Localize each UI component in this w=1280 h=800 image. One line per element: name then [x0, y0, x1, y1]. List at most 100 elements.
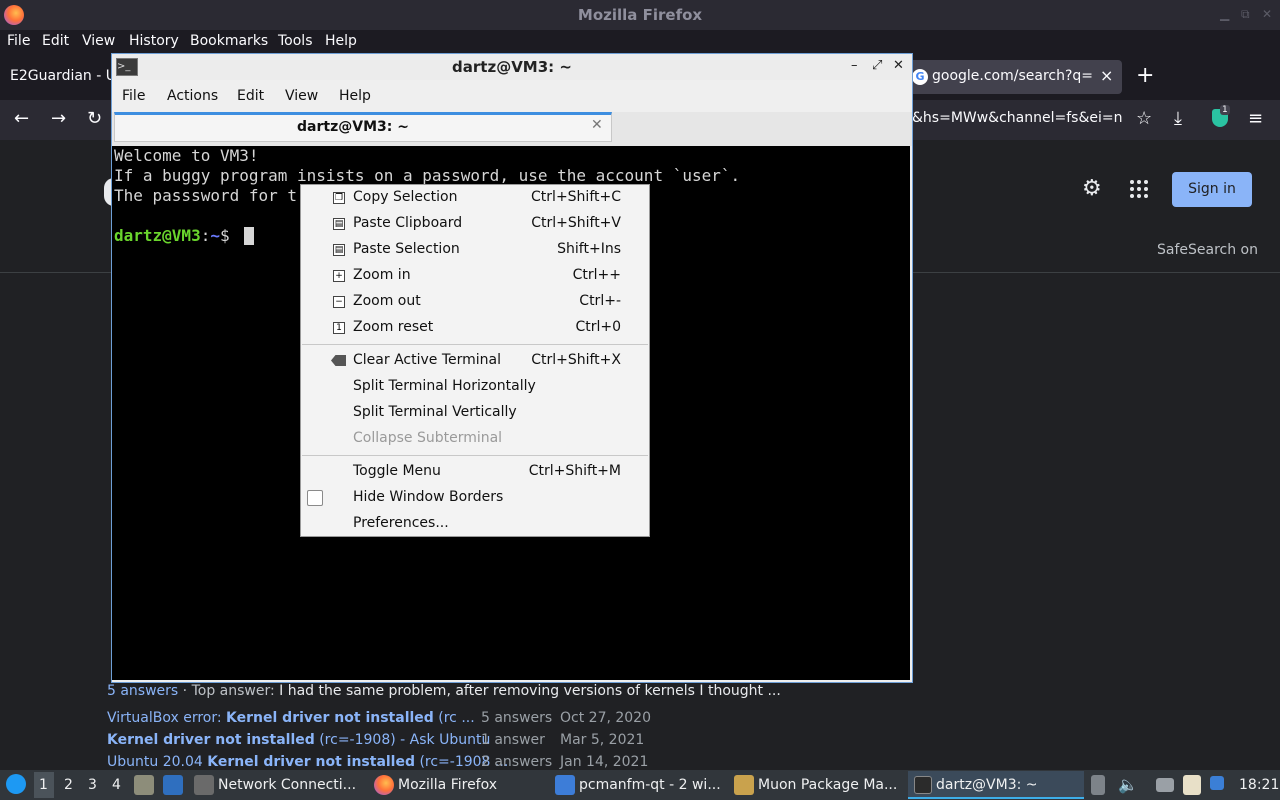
answer-snippet: 5 answers · Top answer: I had the same p…	[107, 683, 781, 699]
prompt-symbol: $	[219, 226, 240, 245]
terminal-menu-file[interactable]: File	[122, 88, 145, 104]
terminal-menu-view[interactable]: View	[285, 88, 318, 104]
menu-item-zoom-reset[interactable]: Zoom reset	[353, 319, 433, 335]
related-date: Oct 27, 2020	[560, 710, 651, 726]
terminal-maximize-icon[interactable]: ⤢	[872, 58, 882, 73]
task-terminal[interactable]: dartz@VM3: ~	[936, 777, 1038, 793]
zoom-out-icon: −	[333, 296, 345, 308]
hide-borders-checkbox[interactable]	[307, 490, 323, 506]
workspace-1[interactable]: 1	[39, 777, 48, 793]
firefox-menu-edit[interactable]: Edit	[42, 33, 69, 49]
tab-close-icon[interactable]: ×	[1100, 66, 1113, 85]
snippet-label: Top answer:	[191, 683, 275, 699]
zoom-reset-icon: 1	[333, 322, 345, 334]
task-mozilla-firefox[interactable]: Mozilla Firefox	[398, 777, 497, 793]
related-link[interactable]: Ubuntu 20.04 Kernel driver not installed…	[107, 754, 508, 770]
related-link-pre: VirtualBox error:	[107, 710, 227, 726]
apps-grid-icon[interactable]	[1130, 180, 1148, 198]
menu-shortcut: Ctrl++	[572, 267, 621, 283]
terminal-menu-actions[interactable]: Actions	[167, 88, 218, 104]
reload-icon[interactable]: ↻	[87, 108, 102, 129]
terminal-cursor	[244, 227, 254, 245]
menu-shortcut: Shift+Ins	[557, 241, 621, 257]
url-bar[interactable]: &hs=MWw&channel=fs&ei=n	[912, 110, 1128, 126]
new-tab-icon[interactable]: +	[1136, 63, 1154, 88]
hamburger-menu-icon[interactable]: ≡	[1248, 108, 1263, 129]
menu-shortcut: Ctrl+Shift+V	[531, 215, 621, 231]
firefox-menu-help[interactable]: Help	[325, 33, 357, 49]
file-manager-launcher-icon[interactable]	[134, 775, 154, 795]
workspace-2[interactable]: 2	[64, 777, 73, 793]
tray-display-icon[interactable]	[1156, 778, 1174, 792]
safesearch-status[interactable]: SafeSearch on	[1157, 242, 1258, 258]
related-date: Jan 14, 2021	[560, 754, 649, 770]
terminal-tab-close-icon[interactable]: ✕	[591, 117, 603, 133]
close-icon[interactable]: ✕	[1262, 7, 1272, 21]
menu-item-split-vertically[interactable]: Split Terminal Vertically	[353, 404, 517, 420]
maximize-icon[interactable]: ⧉	[1241, 7, 1250, 22]
menu-item-paste-selection[interactable]: Paste Selection	[353, 241, 460, 257]
menu-item-paste-clipboard[interactable]: Paste Clipboard	[353, 215, 462, 231]
minimize-icon[interactable]: ▁	[1220, 7, 1229, 21]
workspace-3[interactable]: 3	[88, 777, 97, 793]
terminal-menu-edit[interactable]: Edit	[237, 88, 264, 104]
terminal-menubar	[112, 80, 912, 112]
download-icon[interactable]: ⤓	[1174, 108, 1182, 129]
folder-icon	[555, 775, 575, 795]
desktop-launcher-icon[interactable]	[163, 775, 183, 795]
menu-item-clear-active-terminal[interactable]: Clear Active Terminal	[353, 352, 501, 368]
related-link[interactable]: VirtualBox error: Kernel driver not inst…	[107, 710, 475, 726]
sign-in-button[interactable]: Sign in	[1172, 172, 1252, 207]
related-link-bold: Kernel driver not installed	[226, 710, 434, 726]
snippet-separator: ·	[178, 683, 192, 699]
menu-item-toggle-menu[interactable]: Toggle Menu	[353, 463, 441, 479]
start-menu-icon[interactable]	[6, 774, 26, 794]
network-icon	[194, 775, 214, 795]
related-answers: 5 answers	[481, 710, 553, 726]
firefox-tab-google-label: google.com/search?q=ke	[932, 68, 1092, 84]
bookmark-star-icon[interactable]: ☆	[1136, 108, 1152, 129]
related-link-post: (rc=-1908) - Ask Ubuntu	[314, 732, 491, 748]
menu-item-zoom-out[interactable]: Zoom out	[353, 293, 421, 309]
menu-shortcut: Ctrl+Shift+M	[528, 463, 621, 479]
terminal-icon	[914, 776, 932, 794]
related-link[interactable]: Kernel driver not installed (rc=-1908) -…	[107, 732, 490, 748]
snippet-count[interactable]: 5 answers	[107, 683, 178, 699]
menu-separator	[302, 455, 648, 456]
menu-item-preferences[interactable]: Preferences...	[353, 515, 449, 531]
clipboard-icon[interactable]	[1183, 775, 1201, 795]
firefox-tab-e2guardian[interactable]: E2Guardian - U	[10, 68, 116, 84]
tray-battery-icon[interactable]	[1091, 775, 1105, 795]
terminal-close-icon[interactable]: ✕	[893, 58, 904, 73]
firefox-menu-file[interactable]: File	[7, 33, 30, 49]
google-favicon-icon: G	[912, 69, 928, 85]
terminal-minimize-icon[interactable]: –	[851, 58, 858, 73]
task-muon-package-manager[interactable]: Muon Package Ma...	[758, 777, 897, 793]
task-pcmanfm[interactable]: pcmanfm-qt - 2 wi...	[579, 777, 721, 793]
menu-shortcut: Ctrl+0	[575, 319, 621, 335]
menu-item-hide-window-borders[interactable]: Hide Window Borders	[353, 489, 503, 505]
firefox-menu-tools[interactable]: Tools	[278, 33, 313, 49]
terminal-window-title: dartz@VM3: ~	[452, 58, 572, 76]
volume-icon[interactable]: 🔈	[1118, 775, 1138, 794]
terminal-menu-help[interactable]: Help	[339, 88, 371, 104]
settings-gear-icon[interactable]: ⚙	[1082, 176, 1102, 201]
terminal-line: The passsword for t	[114, 186, 298, 205]
menu-item-copy-selection[interactable]: Copy Selection	[353, 189, 457, 205]
firefox-menu-view[interactable]: View	[82, 33, 115, 49]
task-network-connections[interactable]: Network Connecti...	[218, 777, 356, 793]
firefox-menu-history[interactable]: History	[129, 33, 179, 49]
back-icon[interactable]: ←	[14, 108, 29, 129]
related-answers: 1 answer	[481, 732, 545, 748]
notification-icon[interactable]	[1210, 776, 1224, 790]
menu-shortcut: Ctrl+-	[579, 293, 621, 309]
clock[interactable]: 18:21	[1239, 777, 1279, 793]
prompt-user: dartz@VM3	[114, 226, 201, 245]
forward-icon[interactable]: →	[51, 108, 66, 129]
firefox-menu-bookmarks[interactable]: Bookmarks	[190, 33, 268, 49]
menu-item-split-horizontally[interactable]: Split Terminal Horizontally	[353, 378, 536, 394]
menu-shortcut: Ctrl+Shift+C	[531, 189, 621, 205]
workspace-4[interactable]: 4	[112, 777, 121, 793]
menu-item-zoom-in[interactable]: Zoom in	[353, 267, 411, 283]
firefox-window-title: Mozilla Firefox	[577, 6, 703, 24]
